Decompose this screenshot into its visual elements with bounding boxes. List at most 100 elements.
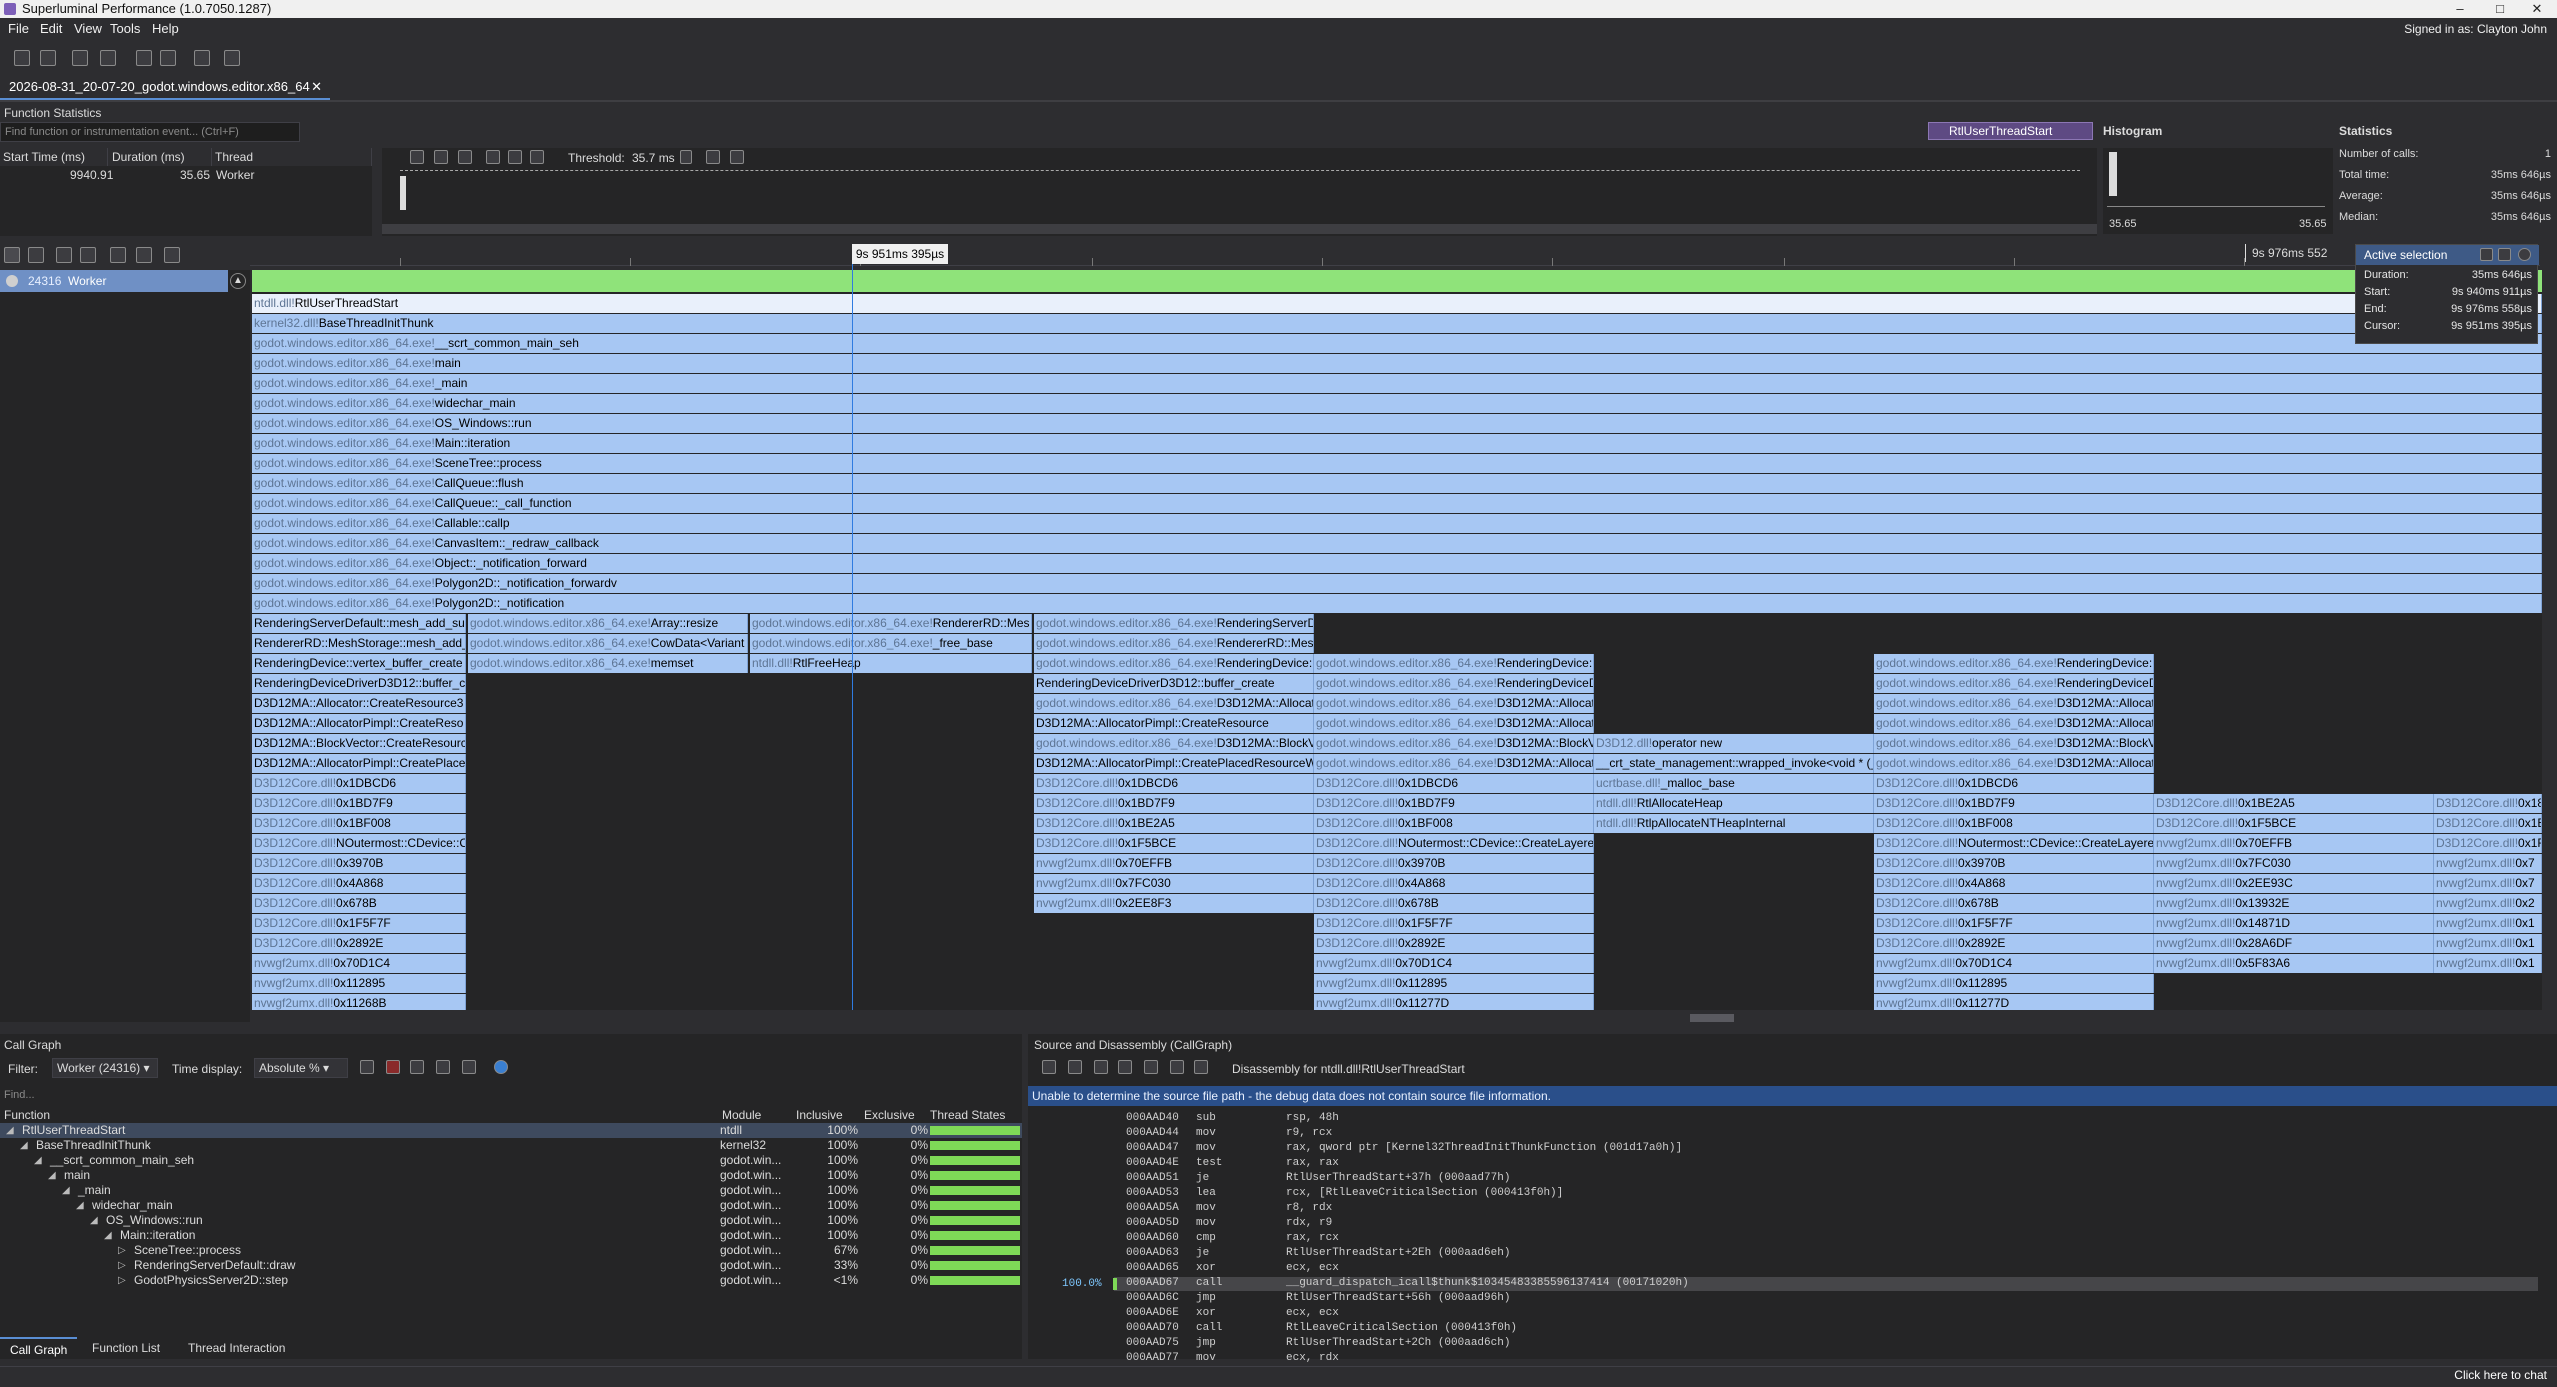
flame-frame[interactable]: godot.windows.editor.x86_64.exe!_free_ba… — [750, 634, 1032, 653]
tab-function-list[interactable]: Function List — [82, 1337, 170, 1359]
flame-frame[interactable]: godot.windows.editor.x86_64.exe!CowData<… — [468, 634, 748, 653]
flame-frame[interactable]: D3D12Core.dll!0x2892E — [252, 934, 466, 953]
flame-frame[interactable]: D3D12Core.dll!0x1DBCD6 — [252, 774, 466, 793]
flame-frame[interactable]: D3D12Core.dll!NOutermost::CDevice::Creat… — [1314, 834, 1594, 853]
time-display-select[interactable]: Absolute % ▾ — [254, 1058, 348, 1078]
flame-frame[interactable]: D3D12Core.dll!0x4A868 — [252, 874, 466, 893]
save-icon[interactable] — [72, 50, 88, 66]
expand-icon[interactable] — [410, 1060, 424, 1074]
flame-frame[interactable]: godot.windows.editor.x86_64.exe!D3D12MA:… — [1314, 754, 1594, 773]
flame-frame[interactable]: D3D12Core.dll!0x1BF008 — [1314, 814, 1594, 833]
flame-frame[interactable]: godot.windows.editor.x86_64.exe!CallQueu… — [252, 494, 2542, 513]
flame-frame[interactable]: D3D12Core.dll!0x2892E — [1874, 934, 2154, 953]
flame-frame[interactable]: D3D12Core.dll!0x1BF008 — [1874, 814, 2154, 833]
cursor-tool-icon[interactable] — [4, 247, 20, 263]
expand-toggle-icon[interactable]: ◢ — [20, 1138, 28, 1153]
col-thread[interactable]: Thread — [212, 148, 372, 166]
flame-frame[interactable]: D3D12Core.dll!0x1E — [2434, 814, 2542, 833]
flame-frame[interactable]: godot.windows.editor.x86_64.exe!Renderer… — [1034, 634, 1314, 653]
flame-frame[interactable]: godot.windows.editor.x86_64.exe!D3D12MA:… — [1034, 734, 1314, 753]
columns-icon[interactable] — [436, 1060, 450, 1074]
flame-frame[interactable]: D3D12Core.dll!0x1F — [2434, 834, 2542, 853]
expand-toggle-icon[interactable]: ◢ — [34, 1153, 42, 1168]
flame-frame[interactable]: ntdll.dll!RtlUserThreadStart — [252, 294, 2542, 313]
flame-frame[interactable]: D3D12MA::AllocatorPimpl::CreateReso — [252, 714, 466, 733]
zoom-to-selection-icon[interactable] — [2480, 248, 2493, 261]
flame-frame[interactable]: godot.windows.editor.x86_64.exe!_main — [252, 374, 2542, 393]
flame-frame[interactable]: godot.windows.editor.x86_64.exe!__scrt_c… — [252, 334, 2542, 353]
tab-call-graph[interactable]: Call Graph — [0, 1337, 78, 1359]
signed-in-user[interactable]: Signed in as: Clayton John — [2404, 18, 2547, 40]
flame-frame[interactable]: ntdll.dll!RtlAllocateHeap — [1594, 794, 1874, 813]
sort-icon[interactable] — [110, 247, 126, 263]
flame-frame[interactable]: nvwgf2umx.dll!0x2 — [2434, 894, 2542, 913]
table-row[interactable]: 9940.91 35.65 Worker — [0, 168, 372, 184]
flame-frame[interactable]: godot.windows.editor.x86_64.exe!widechar… — [252, 394, 2542, 413]
call-graph-row[interactable]: ◢ RtlUserThreadStart ntdll 100% 0% — [0, 1123, 1022, 1138]
col-duration[interactable]: Duration (ms) — [108, 148, 212, 166]
flame-frame[interactable]: ntdll.dll!RtlFreeHeap — [750, 654, 1032, 673]
flame-frame[interactable]: godot.windows.editor.x86_64.exe!D3D12MA:… — [1874, 754, 2154, 773]
flame-frame[interactable]: nvwgf2umx.dll!0x70D1C4 — [252, 954, 466, 973]
flame-frame[interactable]: D3D12Core.dll!0x1BE2A5 — [1034, 814, 1314, 833]
histogram-icon[interactable] — [486, 150, 500, 164]
flame-frame[interactable]: godot.windows.editor.x86_64.exe!main — [252, 354, 2542, 373]
flame-frame[interactable]: nvwgf2umx.dll!0x1 — [2434, 934, 2542, 953]
threshold-spinner-icon[interactable] — [680, 150, 692, 164]
flame-frame[interactable]: nvwgf2umx.dll!0x2EE8F3 — [1034, 894, 1314, 913]
collapse-thread-icon[interactable]: ▲ — [230, 273, 246, 289]
flame-frame[interactable]: D3D12Core.dll!0x4A868 — [1874, 874, 2154, 893]
flame-frame[interactable]: D3D12Core.dll!0x1BD7F9 — [252, 794, 466, 813]
flame-frame[interactable]: godot.windows.editor.x86_64.exe!CallQueu… — [252, 474, 2542, 493]
flame-frame[interactable]: nvwgf2umx.dll!0x7 — [2434, 874, 2542, 893]
call-graph-row[interactable]: ◢ Main::iteration godot.win... 100% 0% — [0, 1228, 1022, 1243]
filter-icon[interactable] — [100, 50, 116, 66]
expand-toggle-icon[interactable]: ◢ — [76, 1198, 84, 1213]
minimize-button[interactable]: – — [2440, 0, 2480, 18]
thread-row-worker[interactable]: 24316 Worker — [0, 270, 228, 292]
flame-frame[interactable]: godot.windows.editor.x86_64.exe!Renderin… — [1314, 674, 1594, 693]
call-graph-row[interactable]: ◢ main godot.win... 100% 0% — [0, 1168, 1022, 1183]
flame-frame[interactable]: D3D12MA::Allocator::CreateResource3 — [252, 694, 466, 713]
flame-frame[interactable]: D3D12Core.dll!0x1BD7F9 — [1314, 794, 1594, 813]
flame-frame[interactable]: D3D12Core.dll!0x1F5BCE — [1034, 834, 1314, 853]
timeline-scrollbar[interactable] — [382, 224, 2097, 234]
flame-frame[interactable]: D3D12Core.dll!0x1DBCD6 — [1034, 774, 1314, 793]
expand-toggle-icon[interactable]: ◢ — [62, 1183, 70, 1198]
undo-icon[interactable] — [1170, 1060, 1184, 1074]
call-graph-row[interactable]: ▷ RenderingServerDefault::draw godot.win..… — [0, 1258, 1022, 1273]
col-exclusive[interactable]: Exclusive — [864, 1108, 915, 1122]
flame-frame[interactable]: __crt_state_management::wrapped_invoke<v… — [1594, 754, 1874, 773]
flame-frame[interactable]: godot.windows.editor.x86_64.exe!Renderin… — [1314, 654, 1594, 673]
menu-edit[interactable]: Edit — [40, 18, 62, 40]
function-search-input[interactable]: Find function or instrumentation event..… — [0, 122, 300, 142]
selected-function-chip[interactable]: RtlUserThreadStart — [1928, 122, 2093, 140]
flame-frame[interactable]: godot.windows.editor.x86_64.exe!OS_Windo… — [252, 414, 2542, 433]
hot-path-icon[interactable] — [360, 1060, 374, 1074]
col-function[interactable]: Function — [4, 1108, 50, 1122]
flame-frame[interactable]: D3D12Core.dll!0x1BD7F9 — [1874, 794, 2154, 813]
col-start-time[interactable]: Start Time (ms) — [0, 148, 108, 166]
select-tool-icon[interactable] — [410, 150, 424, 164]
flame-frame[interactable]: D3D12Core.dll!NOutermost::CDevice::Creat… — [252, 834, 466, 853]
scroll-thumb[interactable] — [1690, 1014, 1734, 1022]
call-graph-row[interactable]: ◢ __scrt_common_main_seh godot.win... 100% 0… — [0, 1153, 1022, 1168]
flame-frame[interactable]: D3D12Core.dll!0x678B — [252, 894, 466, 913]
flame-frame[interactable]: D3D12MA::BlockVector::CreateResourc — [252, 734, 466, 753]
flame-frame[interactable]: D3D12Core.dll!0x1DBCD6 — [1874, 774, 2154, 793]
flame-frame[interactable]: nvwgf2umx.dll!0x112895 — [252, 974, 466, 993]
flame-frame[interactable]: godot.windows.editor.x86_64.exe!memset — [468, 654, 748, 673]
flame-horizontal-scrollbar[interactable] — [252, 1012, 2542, 1024]
flame-frame[interactable]: D3D12Core.dll!0x1BE2A5 — [2154, 794, 2434, 813]
flame-frame[interactable]: D3D12Core.dll!0x2892E — [1314, 934, 1594, 953]
flame-frame[interactable]: godot.windows.editor.x86_64.exe!D3D12MA:… — [1874, 714, 2154, 733]
flame-frame[interactable]: nvwgf2umx.dll!0x11277D — [1874, 994, 2154, 1010]
instance-bar[interactable] — [400, 176, 406, 210]
align-left-icon[interactable] — [1068, 1060, 1082, 1074]
flame-frame[interactable]: godot.windows.editor.x86_64.exe!D3D12MA:… — [1034, 694, 1314, 713]
flame-frame[interactable]: godot.windows.editor.x86_64.exe!CanvasIt… — [252, 534, 2542, 553]
document-icon[interactable] — [1118, 1060, 1132, 1074]
flame-frame[interactable]: godot.windows.editor.x86_64.exe!D3D12MA:… — [1874, 734, 2154, 753]
flame-frame[interactable]: RenderingServerDefault::mesh_add_sur — [252, 614, 466, 633]
flame-frame[interactable]: nvwgf2umx.dll!0x5F83A6 — [2154, 954, 2434, 973]
